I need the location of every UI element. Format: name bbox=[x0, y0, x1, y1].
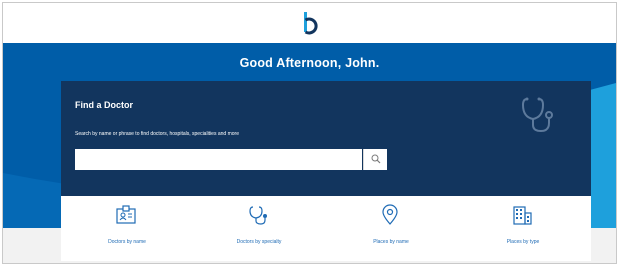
doctors-by-name-link[interactable]: Doctors by name bbox=[61, 196, 193, 261]
places-by-type-label: Places by type bbox=[506, 239, 540, 245]
places-by-name-label: Places by name bbox=[373, 239, 409, 245]
building-icon bbox=[511, 204, 533, 226]
find-doctor-description: Search by name or phrase to find doctors… bbox=[75, 131, 239, 137]
find-doctor-card: Find a Doctor Search by name or phrase t… bbox=[61, 81, 591, 196]
stethoscope-icon bbox=[247, 204, 269, 226]
doctor-search-input[interactable] bbox=[75, 149, 362, 170]
greeting-heading: Good Afternoon, John. bbox=[239, 56, 380, 70]
places-by-name-link[interactable]: Places by name bbox=[325, 196, 457, 261]
id-card-icon bbox=[115, 204, 137, 226]
stethoscope-icon bbox=[519, 95, 553, 135]
quick-links-bar: Doctors by name Doctors by specialty Pla… bbox=[61, 196, 591, 261]
top-bar bbox=[3, 3, 616, 44]
places-by-type-link[interactable]: Places by type bbox=[457, 196, 589, 261]
b-logo-icon[interactable] bbox=[298, 9, 322, 37]
search-button[interactable] bbox=[363, 149, 387, 170]
app-frame: Good Afternoon, John. Find a Doctor Sear… bbox=[2, 2, 617, 264]
location-pin-icon bbox=[379, 204, 401, 226]
search-icon bbox=[371, 154, 381, 164]
doctors-by-name-label: Doctors by name bbox=[108, 239, 146, 245]
find-doctor-title: Find a Doctor bbox=[75, 100, 133, 110]
doctors-by-specialty-label: Doctors by specialty bbox=[236, 239, 282, 245]
doctors-by-specialty-link[interactable]: Doctors by specialty bbox=[193, 196, 325, 261]
hero-banner: Good Afternoon, John. Find a Doctor Sear… bbox=[3, 43, 616, 263]
